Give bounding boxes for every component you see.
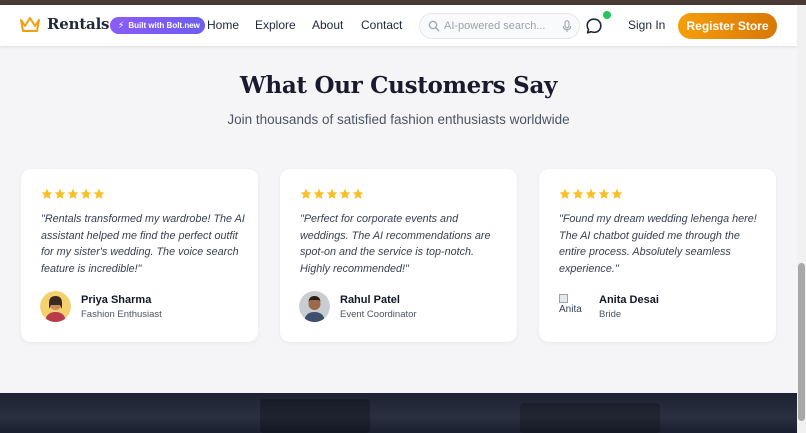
- avatar: [40, 291, 71, 322]
- testimonial-quote: "Perfect for corporate events and weddin…: [300, 213, 491, 275]
- nav-link-home[interactable]: Home: [207, 18, 239, 32]
- nav-link-contact[interactable]: Contact: [361, 18, 402, 32]
- search-bar[interactable]: [419, 13, 580, 39]
- nav-link-about[interactable]: About: [312, 18, 343, 32]
- bolt-icon: ⚡︎: [118, 20, 125, 30]
- avatar-alt-text: Anita: [559, 304, 582, 315]
- customer-name: Rahul Patel: [340, 294, 400, 306]
- bolt-badge[interactable]: ⚡︎ Built with Bolt.new: [110, 17, 205, 34]
- star-icon: [313, 188, 325, 199]
- scrollbar[interactable]: [797, 5, 806, 433]
- scrollbar-thumb[interactable]: [798, 263, 805, 421]
- customer-role: Fashion Enthusiast: [81, 309, 162, 320]
- notification-dot: [603, 11, 611, 19]
- section-subtitle: Join thousands of satisfied fashion enth…: [227, 112, 570, 127]
- customer-role: Bride: [599, 309, 622, 320]
- testimonial-card: "Perfect for corporate events and weddin…: [280, 169, 517, 342]
- search-input[interactable]: [444, 18, 562, 34]
- star-icon: [326, 188, 338, 199]
- star-icon: [352, 188, 364, 199]
- star-icon: [41, 188, 53, 199]
- star-icon: [67, 188, 79, 199]
- star-rating: [300, 188, 364, 200]
- crown-icon[interactable]: [19, 15, 41, 35]
- customer-name: Priya Sharma: [81, 294, 152, 306]
- section-title: What Our Customers Say: [239, 72, 558, 99]
- star-icon: [80, 188, 92, 199]
- avatar-broken-image: Anita: [559, 294, 589, 324]
- star-icon: [598, 188, 610, 199]
- search-icon: [428, 20, 440, 32]
- star-icon: [339, 188, 351, 199]
- star-icon: [572, 188, 584, 199]
- background-shape: [260, 399, 370, 433]
- nav-link-explore[interactable]: Explore: [255, 18, 296, 32]
- testimonial-card: "Rentals transformed my wardrobe! The AI…: [21, 169, 258, 342]
- star-icon: [611, 188, 623, 199]
- star-icon: [300, 188, 312, 199]
- testimonial-quote: "Rentals transformed my wardrobe! The AI…: [41, 213, 245, 275]
- star-icon: [54, 188, 66, 199]
- star-rating: [559, 188, 623, 200]
- avatar: [299, 291, 330, 322]
- chat-icon[interactable]: [585, 17, 603, 35]
- testimonial-card: "Found my dream wedding lehenga here! Th…: [539, 169, 776, 342]
- broken-image-icon: [559, 294, 568, 303]
- background-shape: [520, 403, 660, 433]
- register-store-button[interactable]: Register Store: [678, 13, 777, 39]
- mic-icon[interactable]: [562, 20, 572, 33]
- star-rating: [41, 188, 105, 200]
- sign-in-link[interactable]: Sign In: [628, 18, 665, 32]
- star-icon: [585, 188, 597, 199]
- navbar: Rentals ⚡︎ Built with Bolt.new Home Expl…: [0, 5, 797, 46]
- dark-hero-section: [0, 393, 797, 433]
- star-icon: [93, 188, 105, 199]
- testimonial-quote: "Found my dream wedding lehenga here! Th…: [559, 213, 757, 275]
- star-icon: [559, 188, 571, 199]
- customer-role: Event Coordinator: [340, 309, 417, 320]
- customer-name: Anita Desai: [599, 294, 659, 306]
- bolt-badge-label: Built with Bolt.new: [128, 21, 200, 30]
- brand-name[interactable]: Rentals: [47, 15, 110, 33]
